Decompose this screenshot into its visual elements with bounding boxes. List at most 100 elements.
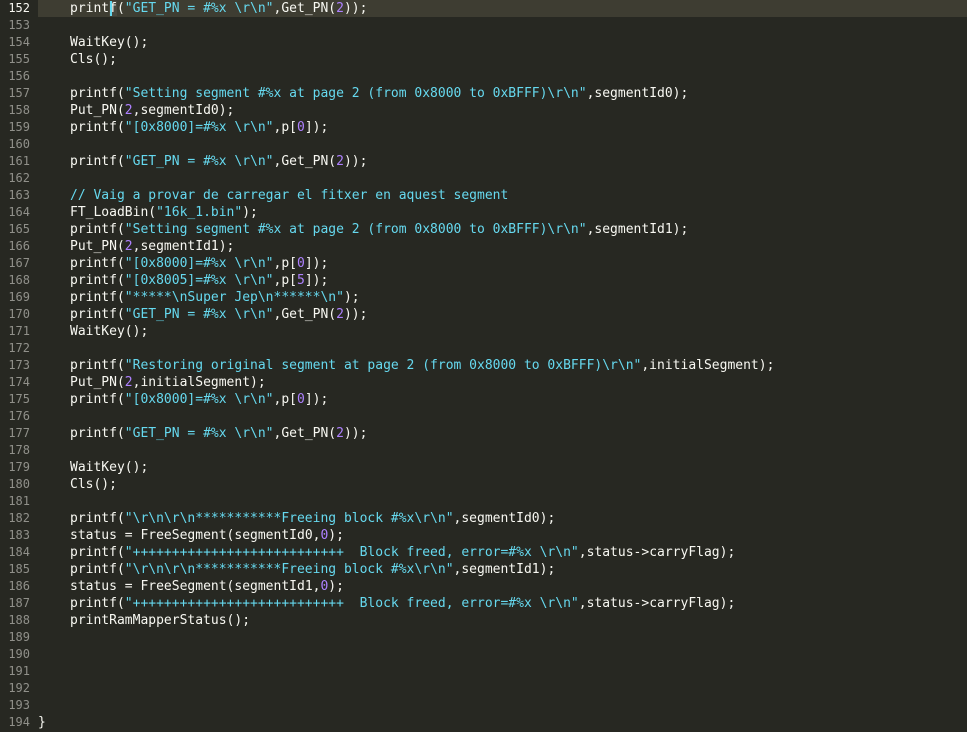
code-token: // Vaig a provar de carregar el fitxer e…	[70, 188, 509, 203]
code-token: );	[328, 528, 344, 543]
code-line[interactable]: printf("Restoring original segment at pa…	[70, 357, 774, 374]
line-number: 189	[8, 630, 30, 644]
code-line[interactable]: WaitKey();	[70, 459, 148, 476]
line-number: 181	[8, 494, 30, 508]
code-line[interactable]: status = FreeSegment(segmentId1,0);	[70, 578, 344, 595]
code-line[interactable]: printf("[0x8000]=#%x \r\n",p[0]);	[70, 391, 328, 408]
code-line[interactable]: printf("Setting segment #%x at page 2 (f…	[70, 85, 688, 102]
line-number: 164	[8, 205, 30, 219]
code-line[interactable]: printf("\r\n\r\n***********Freeing block…	[70, 561, 555, 578]
line-number: 159	[8, 120, 30, 134]
code-token: (	[116, 273, 125, 288]
code-token: 2	[336, 1, 344, 16]
code-token: FT_LoadBin	[70, 205, 149, 220]
code-line[interactable]: WaitKey();	[70, 323, 148, 340]
code-token: (segmentId1,	[226, 579, 321, 594]
code-token: ,status->carryFlag);	[578, 545, 736, 560]
code-token: ,segmentId0);	[453, 511, 556, 526]
line-number: 177	[8, 426, 30, 440]
line-number: 179	[8, 460, 30, 474]
code-token: FreeSegment	[140, 528, 227, 543]
line-number: 171	[8, 324, 30, 338]
code-line[interactable]: printf("[0x8005]=#%x \r\n",p[5]);	[70, 272, 328, 289]
code-line[interactable]: printf("GET_PN = #%x \r\n",Get_PN(2));	[70, 0, 367, 17]
code-line[interactable]: status = FreeSegment(segmentId0,0);	[70, 527, 344, 544]
code-token: (	[116, 103, 125, 118]
code-token: FreeSegment	[140, 579, 227, 594]
code-token: ();	[226, 613, 251, 628]
code-token: "Setting segment #%x at page 2 (from 0x8…	[124, 86, 587, 101]
code-token: 5	[297, 273, 305, 288]
code-line[interactable]: printf("+++++++++++++++++++++++++++ Bloc…	[70, 595, 735, 612]
code-token: "[0x8000]=#%x \r\n"	[124, 120, 274, 135]
code-token: printRamMapperStatus	[70, 613, 227, 628]
code-token: ,segmentId1);	[132, 239, 235, 254]
code-token: );	[242, 205, 258, 220]
code-token: ,segmentId0);	[586, 86, 689, 101]
code-token: printf	[70, 358, 117, 373]
code-token: Put_PN	[70, 239, 117, 254]
line-number: 173	[8, 358, 30, 372]
line-number: 169	[8, 290, 30, 304]
code-token: "GET_PN = #%x \r\n"	[124, 307, 274, 322]
code-line[interactable]: Cls();	[70, 51, 117, 68]
code-token: ));	[343, 1, 368, 16]
code-token: 0	[297, 256, 305, 271]
code-token: 2	[336, 307, 344, 322]
code-token: ));	[343, 307, 368, 322]
line-number: 193	[8, 698, 30, 712]
code-line[interactable]: printf("[0x8000]=#%x \r\n",p[0]);	[70, 119, 328, 136]
code-token: "GET_PN = #%x \r\n"	[124, 1, 274, 16]
code-token: "[0x8000]=#%x \r\n"	[124, 392, 274, 407]
code-token: (	[116, 392, 125, 407]
code-token: printf	[70, 290, 117, 305]
code-line[interactable]: Put_PN(2,initialSegment);	[70, 374, 266, 391]
code-token: "\r\n\r\n***********Freeing block #%x\r\…	[124, 511, 454, 526]
code-token: ,initialSegment);	[132, 375, 266, 390]
code-token: );	[343, 290, 360, 305]
code-token: ,segmentId0);	[132, 103, 235, 118]
code-line[interactable]: FT_LoadBin("16k_1.bin");	[70, 204, 258, 221]
code-token: printf	[70, 426, 117, 441]
code-line[interactable]: WaitKey();	[70, 34, 148, 51]
code-line[interactable]: // Vaig a provar de carregar el fitxer e…	[70, 187, 508, 204]
code-token: (	[116, 290, 125, 305]
code-token: ,segmentId1);	[586, 222, 689, 237]
code-token: (	[116, 358, 125, 373]
code-line[interactable]: }	[38, 714, 46, 731]
code-line[interactable]: printf("Setting segment #%x at page 2 (f…	[70, 221, 688, 238]
code-line[interactable]: Put_PN(2,segmentId1);	[70, 238, 234, 255]
code-token: 2	[124, 103, 133, 118]
code-token: ();	[93, 477, 117, 492]
code-line[interactable]: printf("[0x8000]=#%x \r\n",p[0]);	[70, 255, 328, 272]
code-token: WaitKey	[70, 35, 125, 50]
code-token: "16k_1.bin"	[156, 205, 243, 220]
code-line[interactable]: printf("GET_PN = #%x \r\n",Get_PN(2));	[70, 153, 367, 170]
code-token: printf	[70, 222, 117, 237]
code-line[interactable]: printf("\r\n\r\n***********Freeing block…	[70, 510, 555, 527]
code-line[interactable]: printf("*****\nSuper Jep\n******\n");	[70, 289, 360, 306]
line-number: 184	[8, 545, 30, 559]
code-token: ();	[93, 52, 117, 67]
line-number: 172	[8, 341, 30, 355]
code-token: 2	[124, 375, 133, 390]
code-token: printf	[70, 154, 117, 169]
code-token: printf	[70, 256, 117, 271]
line-number: 174	[8, 375, 30, 389]
line-number: 187	[8, 596, 30, 610]
code-token: status =	[70, 528, 141, 543]
code-line[interactable]: Cls();	[70, 476, 117, 493]
code-token: printf	[70, 511, 117, 526]
code-token: "*****\nSuper Jep\n******\n"	[124, 290, 344, 305]
code-line[interactable]: Put_PN(2,segmentId0);	[70, 102, 234, 119]
code-token: ));	[343, 426, 368, 441]
code-token: "\r\n\r\n***********Freeing block #%x\r\…	[124, 562, 454, 577]
code-token: printf	[70, 545, 117, 560]
line-number: 176	[8, 409, 30, 423]
code-line[interactable]: printf("GET_PN = #%x \r\n",Get_PN(2));	[70, 306, 367, 323]
code-line[interactable]: printf("GET_PN = #%x \r\n",Get_PN(2));	[70, 425, 367, 442]
code-line[interactable]: printf("+++++++++++++++++++++++++++ Bloc…	[70, 544, 735, 561]
code-editor[interactable]: 152 153 154 155 156 157 158 159 160 161 162 163 164 1…	[0, 0, 967, 732]
code-line[interactable]: printRamMapperStatus();	[70, 612, 250, 629]
code-token: (segmentId0,	[226, 528, 321, 543]
